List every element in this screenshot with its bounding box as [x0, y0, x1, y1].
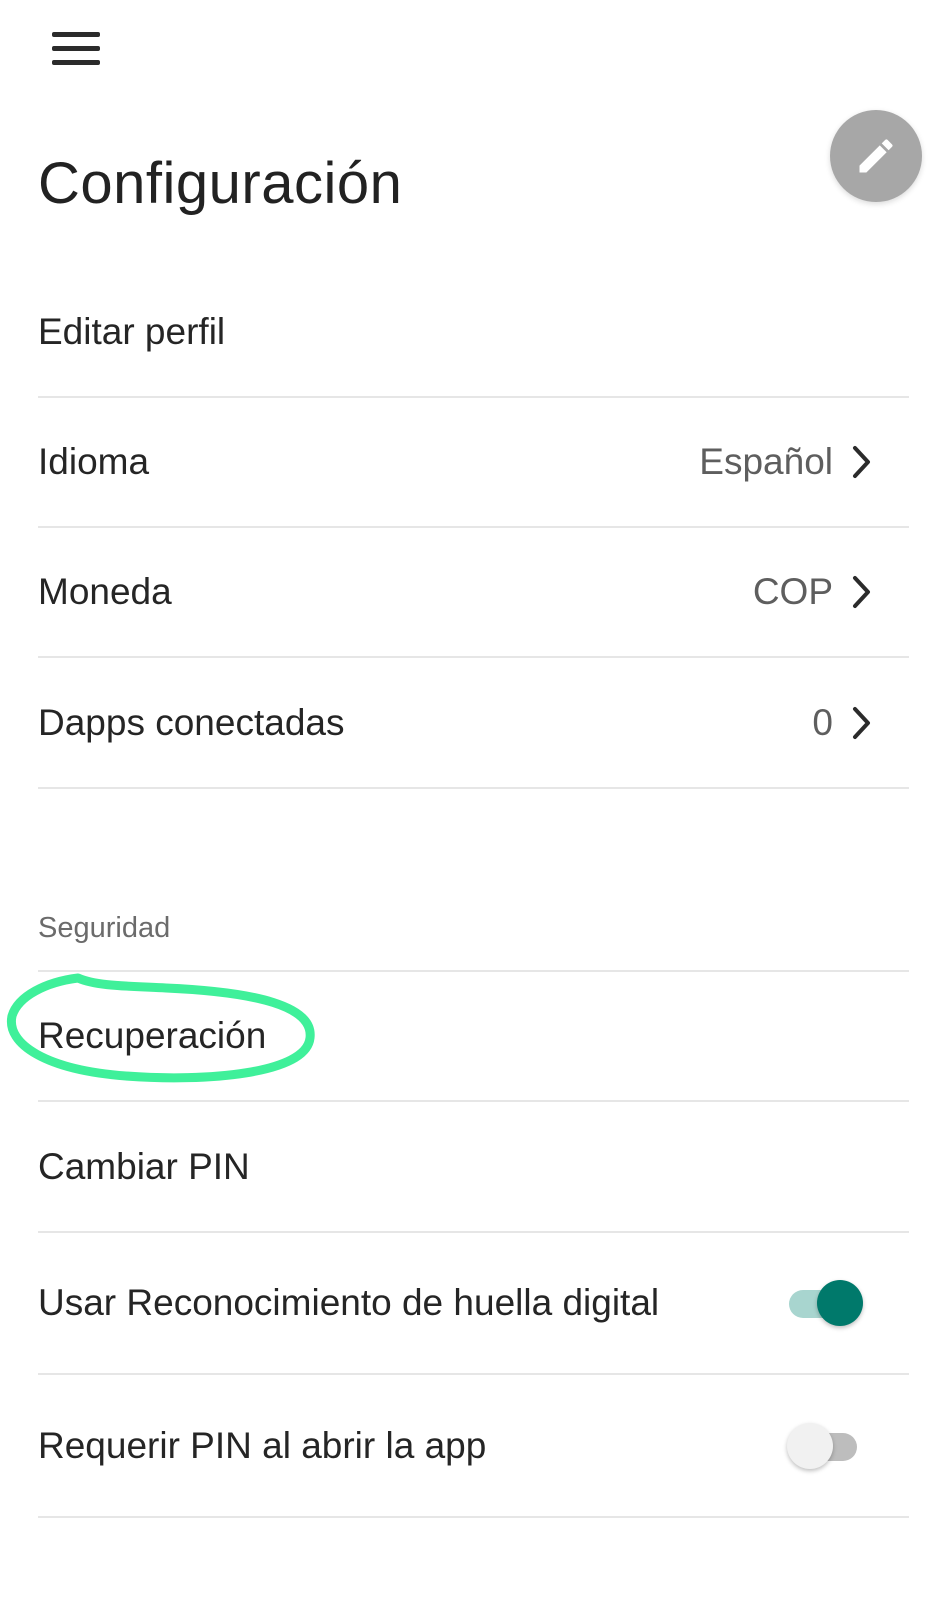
settings-item-label: Cambiar PIN [38, 1146, 250, 1187]
settings-item-label: Editar perfil [38, 311, 226, 352]
require-pin-toggle[interactable] [787, 1416, 863, 1476]
chevron-right-icon [851, 705, 873, 741]
settings-item-label: Usar Reconocimiento de huella digital [38, 1282, 660, 1323]
settings-item-edit-profile[interactable]: Editar perfil [38, 268, 909, 398]
settings-item-require-pin[interactable]: Requerir PIN al abrir la app [38, 1375, 909, 1518]
settings-item-label: Requerir PIN al abrir la app [38, 1424, 487, 1466]
fingerprint-toggle[interactable] [787, 1273, 863, 1333]
settings-item-label: Moneda [38, 571, 172, 612]
toggle-thumb [787, 1422, 833, 1469]
language-value: Español [699, 441, 833, 482]
currency-value: COP [752, 571, 833, 612]
connected-dapps-count: 0 [812, 702, 833, 743]
settings-item-label: Idioma [38, 441, 150, 482]
hamburger-menu-icon [52, 32, 100, 37]
pencil-icon [859, 139, 893, 173]
toggle-thumb [817, 1280, 863, 1326]
page-title: Configuración [38, 151, 403, 216]
settings-item-language[interactable]: Idioma Español [38, 398, 909, 528]
settings-item-change-pin[interactable]: Cambiar PIN [38, 1103, 909, 1233]
menu-button[interactable] [52, 32, 100, 68]
settings-item-connected-dapps[interactable]: Dapps conectadas 0 [38, 659, 909, 789]
settings-item-recovery[interactable]: Recuperación [38, 972, 909, 1102]
settings-item-label: Recuperación [38, 1015, 267, 1056]
settings-item-currency[interactable]: Moneda COP [38, 528, 909, 658]
settings-item-fingerprint[interactable]: Usar Reconocimiento de huella digital [38, 1233, 909, 1375]
section-header-security: Seguridad [38, 912, 171, 944]
edit-profile-fab[interactable] [830, 110, 922, 202]
settings-item-label: Dapps conectadas [38, 702, 345, 743]
chevron-right-icon [851, 574, 873, 610]
chevron-right-icon [851, 444, 873, 480]
